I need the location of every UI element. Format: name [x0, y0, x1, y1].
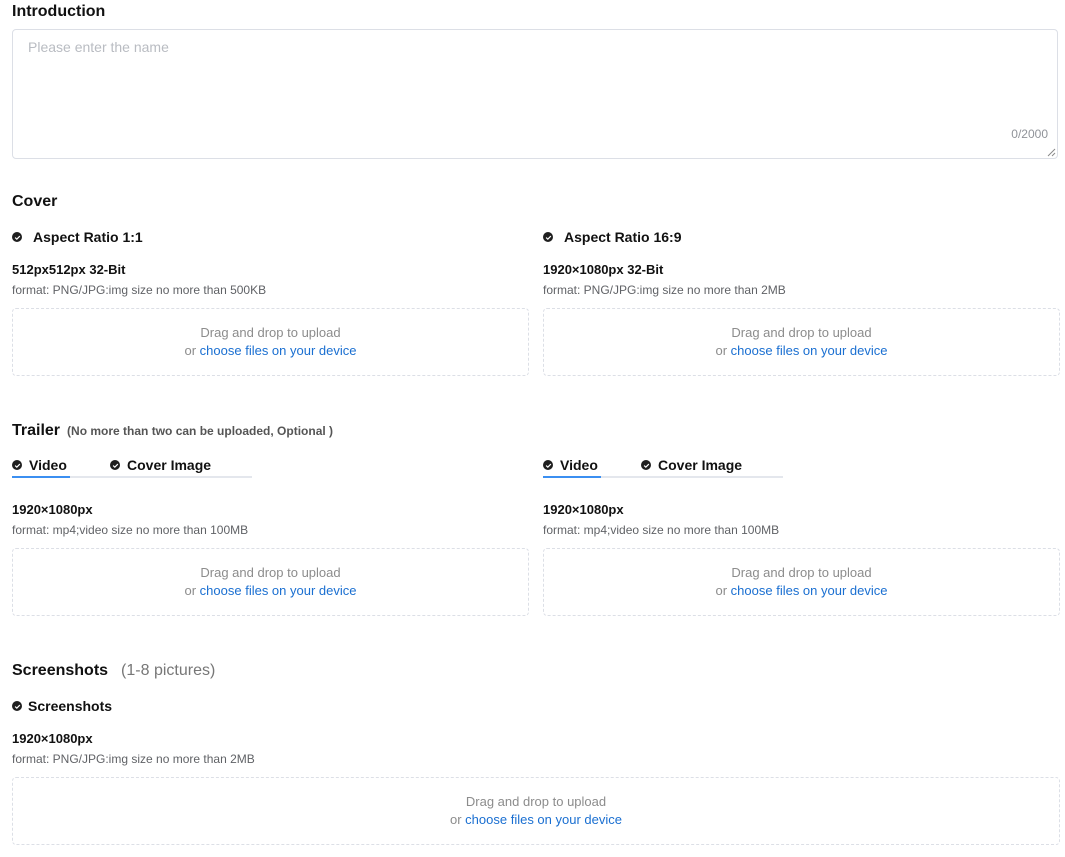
trailer-title: Trailer — [12, 422, 61, 439]
trailer-left-format: format: mp4;video size no more than 100M… — [12, 523, 249, 537]
choose-files-link[interactable]: choose files on your device — [731, 583, 888, 598]
trailer-header: Trailer (No more than two can be uploade… — [12, 422, 333, 440]
trailer-left-dropzone[interactable]: Drag and drop to upload or choose files … — [12, 548, 529, 616]
cover-left-spec: 512px512px 32-Bit — [12, 262, 126, 277]
check-circle-icon — [12, 460, 22, 470]
choose-files-line: or choose files on your device — [450, 811, 622, 829]
tab-cover-image-label: Cover Image — [127, 457, 212, 473]
choose-files-link[interactable]: choose files on your device — [731, 343, 888, 358]
drag-drop-text: Drag and drop to upload — [465, 794, 607, 809]
check-circle-icon — [12, 701, 22, 711]
drag-drop-text: Drag and drop to upload — [731, 565, 872, 580]
cover-left-dropzone[interactable]: Drag and drop to upload or choose files … — [12, 308, 529, 376]
trailer-right-dropzone[interactable]: Drag and drop to upload or choose files … — [543, 548, 1060, 616]
resize-handle-icon[interactable] — [1047, 148, 1056, 157]
cover-left-heading-label: Aspect Ratio 1:1 — [33, 229, 143, 245]
cover-left-format: format: PNG/JPG:img size no more than 50… — [12, 283, 267, 297]
drag-drop-text: Drag and drop to upload — [731, 325, 872, 340]
cover-right-format: format: PNG/JPG:img size no more than 2M… — [543, 283, 786, 297]
trailer-left-spec: 1920×1080px — [12, 502, 93, 517]
tab-video-label: Video — [560, 457, 598, 473]
screenshots-spec: 1920×1080px — [12, 731, 93, 746]
check-circle-icon — [641, 460, 651, 470]
screenshots-title: Screenshots — [12, 662, 109, 679]
choose-files-line: or choose files on your device — [716, 582, 888, 600]
screenshots-heading-label: Screenshots — [28, 698, 113, 714]
trailer-right-format: format: mp4;video size no more than 100M… — [543, 523, 780, 537]
or-text: or — [184, 583, 200, 598]
introduction-placeholder: Please enter the name — [28, 39, 169, 55]
or-text: or — [715, 343, 731, 358]
character-counter: 0/2000 — [1011, 127, 1048, 141]
cover-right-heading-label: Aspect Ratio 16:9 — [564, 229, 682, 245]
introduction-title: Introduction — [12, 3, 106, 20]
tab-video-label: Video — [29, 457, 67, 473]
cover-right-spec: 1920×1080px 32-Bit — [543, 262, 664, 277]
drag-drop-text: Drag and drop to upload — [200, 325, 341, 340]
check-circle-icon — [12, 232, 22, 242]
screenshots-dropzone[interactable]: Drag and drop to upload or choose files … — [12, 777, 1060, 845]
tab-cover-image[interactable]: Cover Image — [641, 454, 742, 476]
cover-aspect-16-9-heading: Aspect Ratio 16:9 — [543, 229, 681, 245]
screenshots-format: format: PNG/JPG:img size no more than 2M… — [12, 752, 255, 766]
choose-files-link[interactable]: choose files on your device — [465, 812, 622, 827]
trailer-note: (No more than two can be uploaded, Optio… — [67, 424, 334, 438]
cover-aspect-1-1-heading: Aspect Ratio 1:1 — [12, 229, 143, 245]
tab-cover-image-label: Cover Image — [658, 457, 743, 473]
or-text: or — [450, 812, 466, 827]
choose-files-line: or choose files on your device — [185, 582, 357, 600]
tab-video[interactable]: Video — [12, 454, 70, 478]
or-text: or — [184, 343, 200, 358]
check-circle-icon — [110, 460, 120, 470]
trailer-right-tabs: Video Cover Image — [543, 456, 783, 478]
choose-files-link[interactable]: choose files on your device — [200, 583, 357, 598]
choose-files-link[interactable]: choose files on your device — [200, 343, 357, 358]
trailer-left-tabs: Video Cover Image — [12, 456, 252, 478]
cover-right-dropzone[interactable]: Drag and drop to upload or choose files … — [543, 308, 1060, 376]
trailer-right-spec: 1920×1080px — [543, 502, 624, 517]
cover-title: Cover — [12, 193, 58, 210]
tab-video[interactable]: Video — [543, 454, 601, 478]
screenshots-heading: Screenshots — [12, 698, 112, 714]
screenshots-header: Screenshots (1-8 pictures) — [12, 662, 215, 680]
screenshots-note: (1-8 pictures) — [121, 662, 216, 679]
choose-files-line: or choose files on your device — [185, 342, 357, 360]
check-circle-icon — [543, 232, 553, 242]
introduction-textarea[interactable]: Please enter the name 0/2000 — [12, 29, 1058, 159]
drag-drop-text: Drag and drop to upload — [200, 565, 341, 580]
choose-files-line: or choose files on your device — [716, 342, 888, 360]
check-circle-icon — [543, 460, 553, 470]
tab-cover-image[interactable]: Cover Image — [110, 454, 211, 476]
or-text: or — [715, 583, 731, 598]
